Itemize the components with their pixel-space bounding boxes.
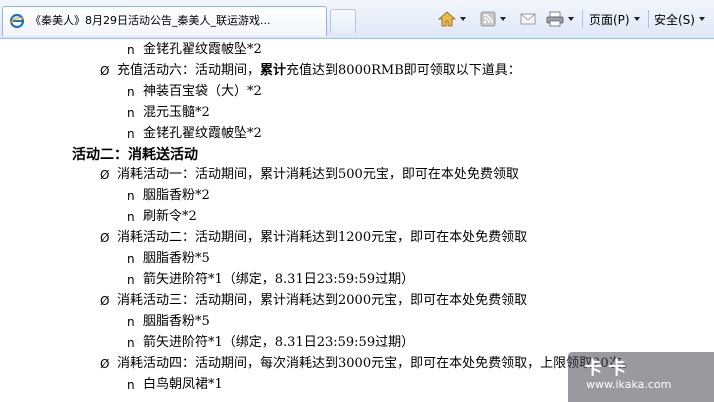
mail-icon xyxy=(520,13,536,25)
list-item: 箭矢进阶符*1（绑定，8.31日23:59:59过期） xyxy=(143,335,415,350)
page-content: n 金铑孔翟纹霞帔坠*2 Ø 充值活动六：活动期间，累计充值达到8000RMB即… xyxy=(0,38,714,402)
chevron-down-icon xyxy=(698,17,705,21)
bullet-n: n xyxy=(127,378,135,392)
list-item: 白鸟朝凤裙*1 xyxy=(143,377,223,392)
list-item: 箭矢进阶符*1（绑定，8.31日23:59:59过期） xyxy=(143,272,415,287)
sub-activity: 消耗活动三：活动期间，累计消耗达到2000元宝，即可在本处免费领取 xyxy=(117,293,528,308)
bullet-n: n xyxy=(127,336,135,350)
toolbar-separator xyxy=(648,10,649,28)
list-item: 胭脂香粉*5 xyxy=(143,251,210,266)
sub-activity: 充值活动六：活动期间，累计充值达到8000RMB即可领取以下道具： xyxy=(117,62,521,80)
list-item: 混元玉髓*2 xyxy=(143,105,210,120)
browser-tab[interactable]: 《秦美人》8月29日活动公告_秦美人_联运游戏... xyxy=(2,6,327,36)
bullet-n: n xyxy=(127,85,135,99)
bullet-n: n xyxy=(127,273,135,287)
sub-activity-text: 充值达到8000RMB即可领取以下道具： xyxy=(286,63,521,78)
new-tab-button[interactable] xyxy=(330,9,356,33)
chevron-down-icon xyxy=(460,17,466,21)
safety-menu-label: 安全(S) xyxy=(654,12,695,27)
bullet-n: n xyxy=(127,315,135,329)
section-heading: 活动二：消耗送活动 xyxy=(72,147,198,163)
sub-activity-text: 充值活动六：活动期间， xyxy=(117,63,261,78)
bullet-o: Ø xyxy=(100,294,110,308)
watermark: 卡卡 www.ikaka.com xyxy=(568,352,714,402)
sub-activity: 消耗活动一：活动期间，累计消耗达到500元宝，即可在本处免费领取 xyxy=(117,167,519,182)
feeds-button[interactable] xyxy=(480,9,506,29)
bullet-n: n xyxy=(127,189,135,203)
bullet-n: n xyxy=(127,252,135,266)
read-mail-button[interactable] xyxy=(520,9,536,29)
home-button[interactable] xyxy=(438,9,466,29)
list-item: 金铑孔翟纹霞帔坠*2 xyxy=(143,126,262,141)
bullet-n: n xyxy=(127,43,135,57)
bullet-o: Ø xyxy=(100,64,110,78)
sub-activity: 消耗活动二：活动期间，累计消耗达到1200元宝，即可在本处免费领取 xyxy=(117,230,528,245)
list-item: 胭脂香粉*5 xyxy=(143,314,210,329)
bullet-n: n xyxy=(127,210,135,224)
list-item: 神装百宝袋（大）*2 xyxy=(143,84,262,99)
bullet-o: Ø xyxy=(100,168,110,182)
chevron-down-icon xyxy=(633,17,640,21)
page-menu-label: 页面(P) xyxy=(589,12,630,27)
print-button[interactable] xyxy=(546,9,574,29)
rss-icon xyxy=(480,11,496,27)
bullet-o: Ø xyxy=(100,231,110,245)
ie-page-icon xyxy=(9,13,25,29)
browser-toolbar: 《秦美人》8月29日活动公告_秦美人_联运游戏... 页面(P) 安全(S) xyxy=(0,0,714,39)
list-item: 刷新令*2 xyxy=(143,209,197,224)
tab-title: 《秦美人》8月29日活动公告_秦美人_联运游戏... xyxy=(30,14,271,27)
bullet-o: Ø xyxy=(100,357,110,371)
printer-icon xyxy=(546,11,564,27)
watermark-logo: 卡卡 xyxy=(584,358,632,379)
sub-activity: 消耗活动四：活动期间，每次消耗达到3000元宝，即可在本处免费领取，上限领取20… xyxy=(117,356,635,371)
page-menu-button[interactable]: 页面(P) xyxy=(589,9,640,29)
list-item: 胭脂香粉*2 xyxy=(143,188,210,203)
bullet-n: n xyxy=(127,127,135,141)
home-icon xyxy=(438,11,456,27)
bullet-n: n xyxy=(127,106,135,120)
list-item: 金铑孔翟纹霞帔坠*2 xyxy=(143,42,262,57)
chevron-down-icon xyxy=(500,17,506,21)
toolbar-separator xyxy=(582,10,583,28)
chevron-down-icon xyxy=(568,17,574,21)
safety-menu-button[interactable]: 安全(S) xyxy=(654,9,705,29)
sub-activity-strong: 累计 xyxy=(260,63,287,78)
watermark-url: www.ikaka.com xyxy=(586,378,672,391)
